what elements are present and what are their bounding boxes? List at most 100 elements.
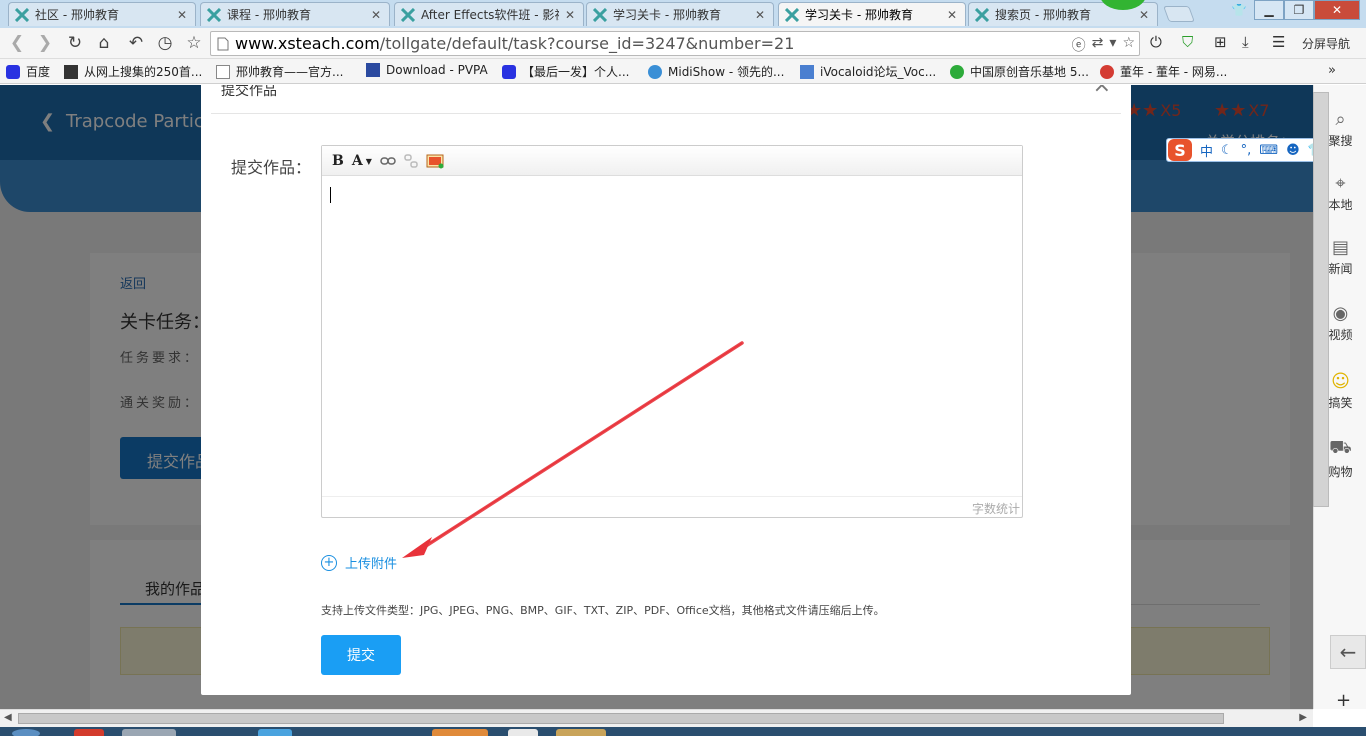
browser-tab-active[interactable]: 学习关卡 - 邢帅教育 ✕ [778,2,966,26]
bookmark-label: 董年 - 董年 - 网易... [1120,65,1228,79]
maximize-button[interactable]: ❐ [1284,0,1314,20]
omnibox-icons: ⓔ ⇄ ▾ ☆ [1072,35,1135,55]
bookmark-label: Download - PVPA [386,63,488,77]
bookmark-item[interactable]: iVocaloid论坛_Voc... [800,63,936,80]
sogou-logo-icon[interactable]: S [1168,139,1192,161]
sidebar-item-label: 本地 [1328,198,1353,212]
ie-mode-icon[interactable]: ⓔ [1072,35,1086,55]
link-icon[interactable] [380,156,396,166]
keyboard-icon[interactable]: ⌨ [1259,143,1278,158]
text-cursor [330,187,331,203]
window-close-button[interactable]: ✕ [1314,0,1360,20]
tab-close-icon[interactable]: ✕ [371,8,381,22]
undo-icon[interactable]: ↶ [125,32,147,54]
home-icon[interactable]: ⌂ [93,32,115,54]
taskbar-app-icon[interactable] [508,729,538,736]
forward-arrow-icon[interactable]: ❯ [34,32,56,54]
url-text: www.xsteach.com/tollgate/default/task?co… [235,34,795,53]
back-arrow-icon[interactable]: ❮ [6,32,28,54]
taskbar-app-icon[interactable] [122,729,176,736]
page-icon [216,64,230,79]
baidu-paw-icon [502,64,516,79]
menu-icon[interactable]: ☰ [1272,33,1285,51]
ime-mode-toggle[interactable]: 中 [1200,141,1213,160]
bookmark-item[interactable]: 董年 - 董年 - 网易... [1100,63,1227,80]
user-icon[interactable]: 👕 [1224,0,1254,20]
sidebar-collapse-icon[interactable]: ← [1330,635,1366,669]
sidebar-item-label: 购物 [1328,465,1353,479]
user-icon[interactable]: ☻ [1286,143,1300,158]
bookmark-item[interactable]: 百度 [6,63,50,80]
new-tab-button[interactable] [1163,6,1195,22]
page-icon [217,37,229,50]
sidebar-item-label: 聚搜 [1328,134,1353,148]
tab-label: 学习关卡 - 邢帅教育 [613,8,721,22]
bookmark-item[interactable]: Download - PVPA [366,63,488,77]
scroll-right-icon[interactable]: ▶ [1299,712,1307,723]
plus-circle-icon: + [321,554,337,571]
bold-button[interactable]: B [332,153,344,169]
scroll-left-icon[interactable]: ◀ [4,712,12,723]
punctuation-icon[interactable]: °, [1241,143,1252,158]
browser-tab[interactable]: 学习关卡 - 邢帅教育 ✕ [586,2,774,26]
bookmark-item[interactable]: MidiShow - 领先的... [648,63,784,80]
tab-close-icon[interactable]: ✕ [755,8,765,22]
upload-attachment-label: 上传附件 [345,557,398,572]
tab-close-icon[interactable]: ✕ [177,8,187,22]
insert-image-icon[interactable] [426,153,444,169]
scrollbar-thumb[interactable] [18,713,1224,724]
taskbar-app-icon[interactable] [74,729,104,736]
reload-icon[interactable]: ↻ [64,32,86,54]
bookmark-item[interactable]: 邢帅教育——官方... [216,63,343,80]
taskbar-app-icon[interactable] [432,729,488,736]
tab-close-icon[interactable]: ✕ [947,8,957,22]
browser-tab[interactable]: 课程 - 邢帅教育 ✕ [200,2,390,26]
editor-textarea[interactable] [322,177,1022,497]
tab-close-icon[interactable]: ✕ [565,8,575,22]
tab-strip: 社区 - 邢帅教育 ✕ 课程 - 邢帅教育 ✕ After Effects软件班… [0,0,1366,28]
upload-attachment-link[interactable]: + 上传附件 [321,553,397,572]
bookmark-item[interactable]: 从网上搜集的250首... [64,63,202,80]
horizontal-scrollbar[interactable]: ◀ ▶ [0,709,1313,727]
start-button[interactable] [12,729,40,736]
close-icon[interactable]: × [1093,85,1111,97]
bookmark-label: iVocaloid论坛_Voc... [820,65,937,79]
translate-icon[interactable]: ⇄ [1092,35,1104,55]
vertical-scrollbar[interactable] [1313,92,1329,507]
unlink-icon[interactable] [404,153,418,168]
modal-divider [211,113,1121,114]
taskbar-app-icon[interactable] [258,729,292,736]
pvpa-logo-icon [366,63,380,77]
xsteach-favicon-icon [15,7,29,22]
os-taskbar [0,727,1366,736]
apps-icon[interactable]: ⊞ [1214,33,1227,51]
dropdown-icon[interactable]: ▾ [1109,35,1116,55]
address-bar[interactable]: www.xsteach.com/tollgate/default/task?co… [210,31,1140,56]
taskbar-app-icon[interactable] [556,729,606,736]
submit-button[interactable]: 提交 [321,635,401,675]
download-icon[interactable]: ⤓ [1242,33,1249,51]
bookmark-label: 邢帅教育——官方... [236,65,344,79]
split-screen-nav-button[interactable]: 分屏导航 [1302,35,1350,52]
browser-tab[interactable]: 社区 - 邢帅教育 ✕ [8,2,196,26]
tab-label: 学习关卡 - 邢帅教育 [805,8,913,22]
history-icon[interactable]: ◷ [154,32,176,54]
5sing-logo-icon [950,64,964,79]
moon-icon[interactable]: ☾ [1221,143,1233,158]
bookmark-label: MidiShow - 领先的... [668,65,785,79]
bookmark-label: 【最后一发】个人... [522,65,630,79]
shield-icon[interactable]: ⛉ [1182,33,1193,51]
minimize-button[interactable]: ▁ [1254,0,1284,20]
favorite-star-icon[interactable]: ☆ [1122,35,1135,55]
power-icon[interactable]: ⏻ [1150,33,1162,51]
bookmark-item[interactable]: 中国原创音乐基地 5... [950,63,1089,80]
bookmark-star-icon[interactable]: ☆ [183,32,205,54]
browser-tab[interactable]: After Effects软件班 - 影视 ✕ [394,2,584,26]
font-color-button[interactable]: A ▼ [352,153,372,169]
sidebar-item-label: 视频 [1328,328,1353,342]
bookmark-label: 从网上搜集的250首... [84,65,203,79]
add-icon[interactable]: + [1336,690,1351,711]
bookmark-item[interactable]: 【最后一发】个人... [502,63,629,80]
bookmarks-more-button[interactable]: » [1328,63,1336,78]
tab-close-icon[interactable]: ✕ [1139,8,1149,22]
